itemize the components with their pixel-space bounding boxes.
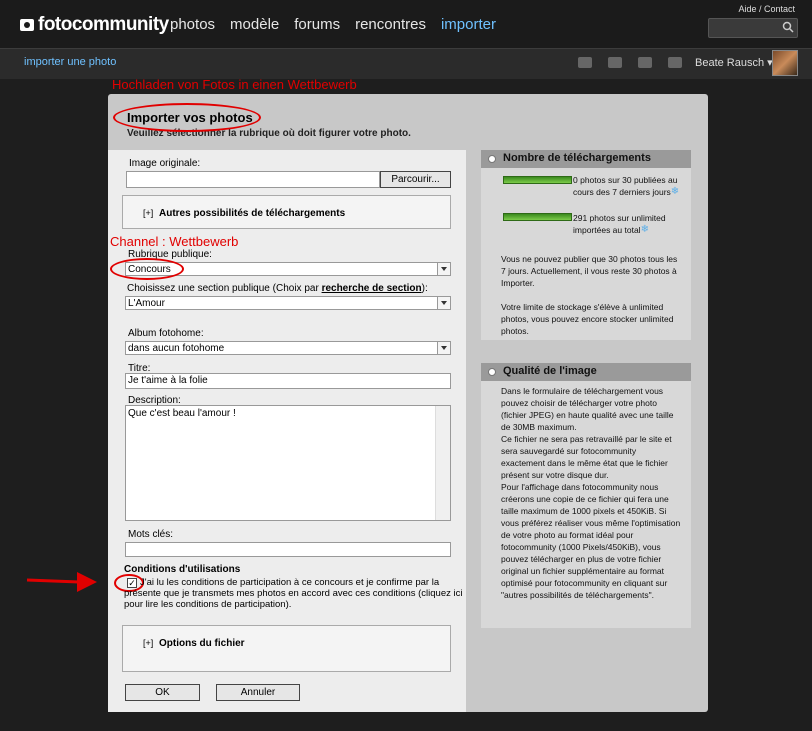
section-select[interactable]: L'Amour — [125, 296, 451, 310]
more-upload-options[interactable]: [+] Autres possibilités de téléchargemen… — [122, 195, 451, 229]
weekly-progress-bar — [503, 176, 572, 184]
storage-limit-info: Votre limite de stockage s'élève à unlim… — [501, 302, 674, 336]
conditions-text: J'ai lu les conditions de participation … — [124, 577, 463, 610]
textarea-scrollbar[interactable] — [435, 406, 450, 520]
camera-icon — [20, 19, 34, 31]
keywords-label: Mots clés: — [128, 529, 174, 540]
notes-icon[interactable] — [668, 57, 682, 68]
page-title: Importer vos photos — [127, 110, 253, 125]
rubrique-label: Rubrique publique: — [128, 249, 212, 260]
messages-icon[interactable] — [638, 57, 652, 68]
album-select[interactable]: dans aucun fotohome — [125, 341, 451, 355]
user-name: Beate Rausch — [695, 57, 765, 69]
weekly-stat-text: 0 photos sur 30 publiées au cours des 7 … — [573, 175, 678, 197]
expand-icon: [+] — [143, 638, 154, 648]
bullet-icon — [488, 368, 496, 376]
conditions-title: Conditions d'utilisations — [124, 564, 241, 575]
search-icon[interactable] — [782, 21, 794, 33]
section-value: L'Amour — [128, 298, 165, 309]
search-input[interactable] — [709, 19, 787, 35]
chevron-down-icon — [437, 263, 450, 275]
annotation-title: Hochladen von Fotos in einen Wettbewerb — [112, 77, 357, 92]
image-quality-title: Qualité de l'image — [503, 365, 597, 377]
image-original-label: Image originale: — [129, 158, 201, 169]
more-upload-label: Autres possibilités de téléchargements — [159, 208, 346, 219]
nav-importer[interactable]: importer — [441, 16, 496, 33]
publish-limit-info: Vous ne pouvez publier que 30 photos tou… — [501, 254, 678, 288]
page-subtitle: Veuillez sélectionner la rubrique où doi… — [127, 128, 411, 139]
annotation-channel: Channel : Wettbewerb — [110, 234, 239, 249]
snowflake-icon: ❄ — [640, 224, 649, 235]
breadcrumb-importer-photo[interactable]: importer une photo — [24, 56, 116, 68]
album-label: Album fotohome: — [128, 328, 204, 339]
search-box — [708, 18, 798, 38]
rubrique-select[interactable]: Concours — [125, 262, 451, 276]
mail-icon[interactable] — [578, 57, 592, 68]
image-quality-text: Dans le formulaire de téléchargement vou… — [501, 386, 681, 600]
annotation-arrow — [27, 572, 97, 592]
panel-header: Importer vos photos Veuillez sélectionne… — [127, 110, 411, 139]
section-label-end: ): — [421, 283, 428, 294]
description-textarea[interactable]: Que c'est beau l'amour ! — [125, 405, 451, 521]
logo-text: fotocommunity — [38, 14, 169, 35]
browse-button[interactable]: Parcourir... — [380, 171, 451, 188]
description-value: Que c'est beau l'amour ! — [128, 408, 236, 419]
keywords-input[interactable] — [125, 542, 451, 557]
file-options-label: Options du fichier — [159, 638, 245, 649]
rubrique-value: Concours — [128, 264, 171, 275]
nav-forums[interactable]: forums — [294, 16, 340, 33]
nav-photos[interactable]: photos — [170, 16, 215, 33]
sub-navigation-bar: importer une photo Beate Rausch ▾ — [0, 48, 812, 79]
titre-input[interactable]: Je t'aime à la folie — [125, 373, 451, 389]
section-search-link[interactable]: recherche de section — [322, 283, 422, 294]
chevron-down-icon — [437, 342, 450, 354]
nav-modele[interactable]: modèle — [230, 16, 279, 33]
notification-icons — [578, 57, 682, 68]
weekly-stat: 0 photos sur 30 publiées au cours des 7 … — [573, 174, 681, 198]
file-options-expander[interactable]: [+] Options du fichier — [122, 625, 451, 672]
expand-icon: [+] — [143, 208, 154, 218]
nav-rencontres[interactable]: rencontres — [355, 16, 426, 33]
section-label-text: Choisissez une section publique (Choix p… — [127, 283, 319, 294]
total-stat-text: 291 photos sur unlimited importées au to… — [573, 213, 666, 235]
cancel-button[interactable]: Annuler — [216, 684, 300, 701]
snowflake-icon: ❄ — [670, 186, 680, 197]
downloads-header: Nombre de téléchargements — [481, 150, 691, 168]
help-contact-link[interactable]: Aide / Contact — [738, 4, 795, 14]
fotocommunity-logo[interactable]: fotocommunity — [20, 14, 169, 36]
image-quality-header: Qualité de l'image — [481, 363, 691, 381]
total-progress-bar — [503, 213, 572, 221]
main-nav: photos modèle forums rencontres importer — [170, 16, 496, 33]
image-file-field[interactable] — [126, 171, 380, 188]
total-stat: 291 photos sur unlimited importées au to… — [573, 212, 683, 236]
avatar[interactable] — [772, 50, 798, 76]
top-navigation-bar: fotocommunity photos modèle forums renco… — [0, 0, 812, 48]
chevron-down-icon — [437, 297, 450, 309]
downloads-title: Nombre de téléchargements — [503, 152, 651, 164]
section-label: Choisissez une section publique (Choix p… — [127, 283, 428, 294]
bullet-icon — [488, 155, 496, 163]
ok-button[interactable]: OK — [125, 684, 200, 701]
album-value: dans aucun fotohome — [128, 343, 225, 354]
friends-icon[interactable] — [608, 57, 622, 68]
user-menu[interactable]: Beate Rausch ▾ — [695, 56, 773, 69]
